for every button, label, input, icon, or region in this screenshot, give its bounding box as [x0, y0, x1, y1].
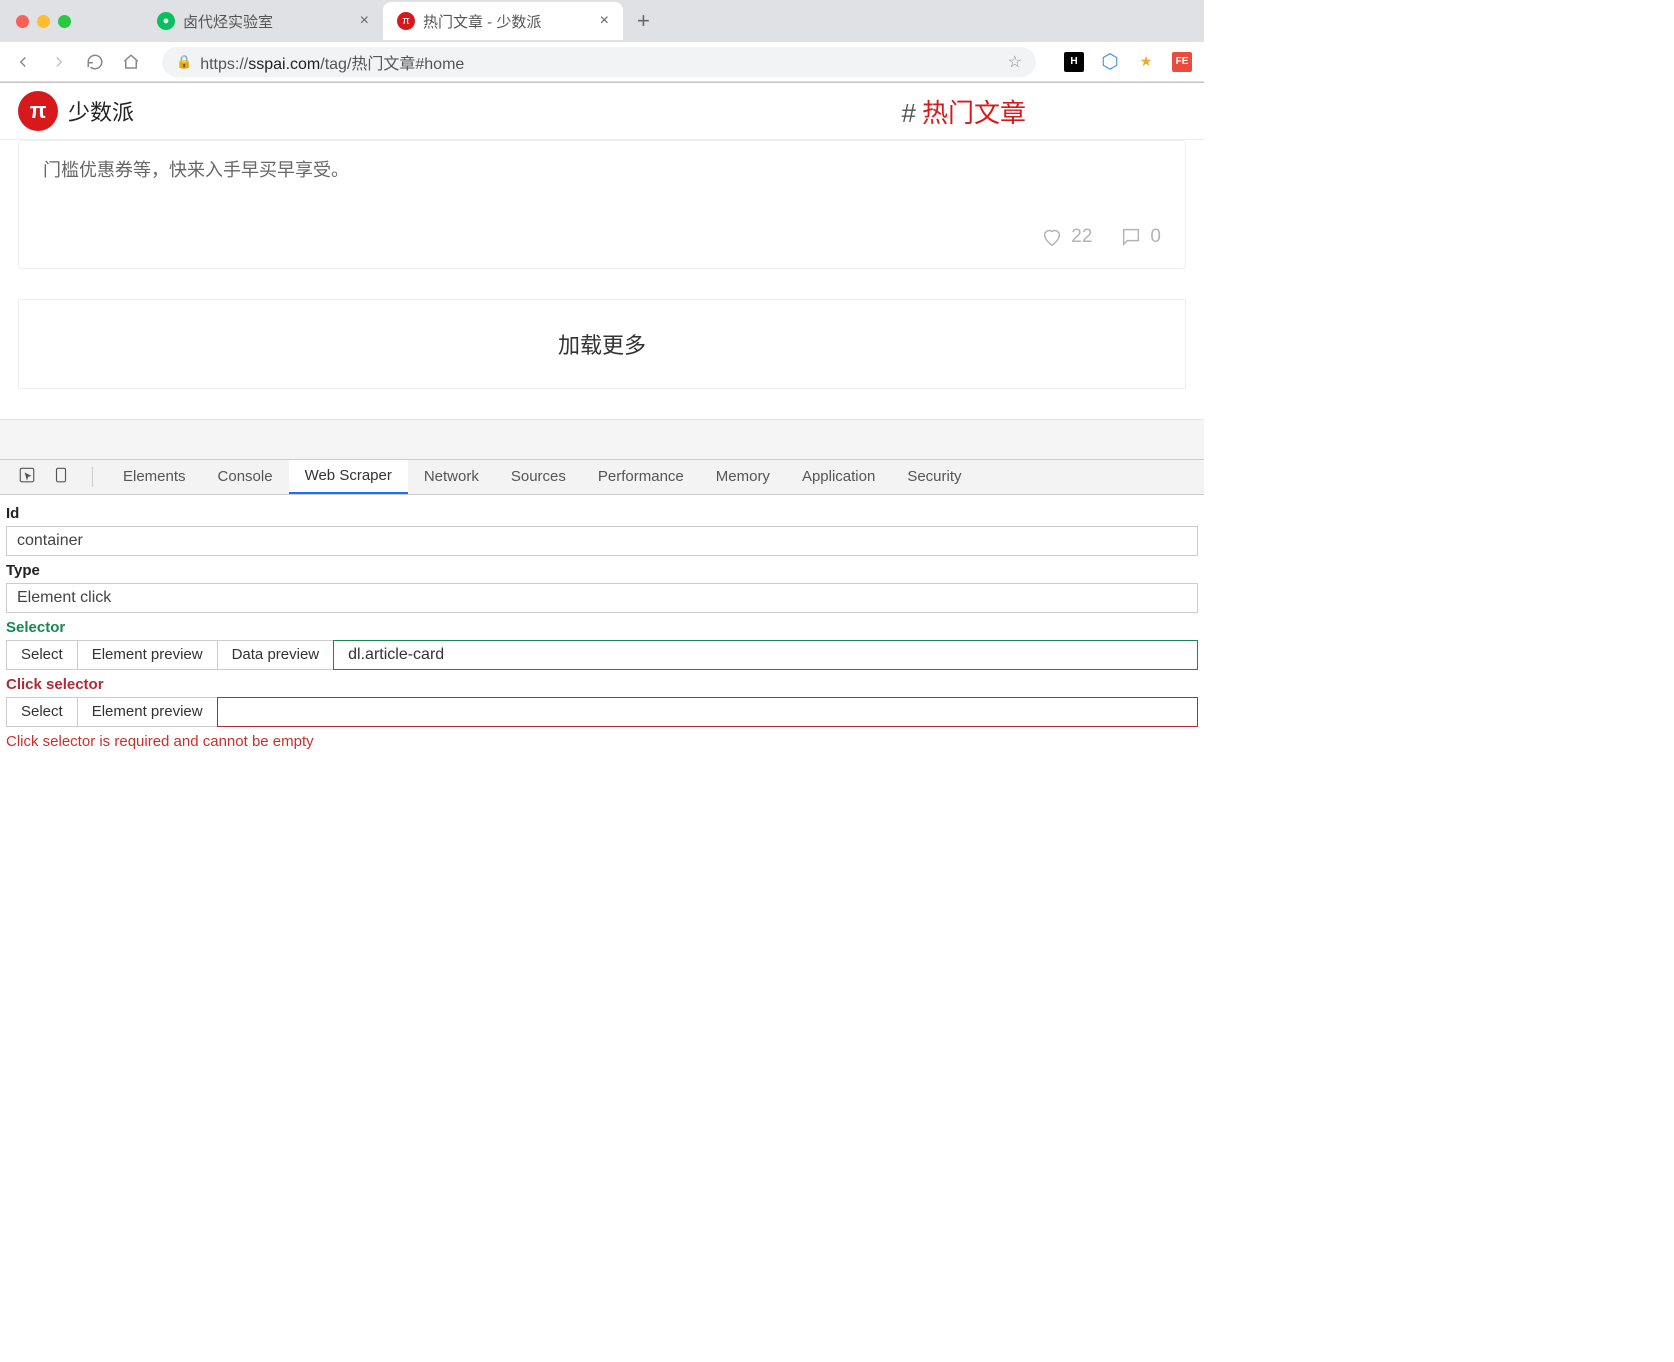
close-tab-icon[interactable]: ×: [360, 12, 369, 30]
heart-icon: [1041, 226, 1063, 248]
close-tab-icon[interactable]: ×: [600, 12, 609, 30]
selector-label: Selector: [6, 619, 1198, 636]
browser-toolbar: 🔒 https://sspai.com/tag/热门文章#home ☆ H ⬡ …: [0, 42, 1204, 82]
element-preview-button[interactable]: Element preview: [77, 697, 218, 727]
click-selector-row: Select Element preview: [6, 697, 1198, 727]
extension-icon[interactable]: FE: [1172, 52, 1192, 72]
site-logo[interactable]: π 少数派: [18, 91, 134, 131]
devtools-tab-elements[interactable]: Elements: [107, 460, 202, 494]
wechat-icon: ●: [157, 12, 175, 30]
address-bar[interactable]: 🔒 https://sspai.com/tag/热门文章#home ☆: [162, 47, 1036, 77]
devtools-body: Id Type Selector Select Element preview …: [0, 495, 1204, 754]
browser-tab-1[interactable]: π 热门文章 - 少数派 ×: [383, 2, 623, 40]
page-body: 门槛优惠券等，快来入手早买早享受。 22 0 加载更多: [0, 140, 1204, 389]
lock-icon: 🔒: [176, 54, 192, 70]
page-hashtag: #热门文章: [902, 93, 1026, 130]
reload-button[interactable]: [84, 51, 106, 73]
selector-input[interactable]: [333, 640, 1198, 670]
comment-button[interactable]: 0: [1120, 226, 1161, 248]
article-meta: 22 0: [43, 226, 1161, 248]
element-preview-button[interactable]: Element preview: [77, 640, 218, 670]
tab-title: 热门文章 - 少数派: [423, 11, 592, 32]
browser-tab-0[interactable]: ● 卤代烃实验室 ×: [143, 2, 383, 40]
url-text: https://sspai.com/tag/热门文章#home: [200, 50, 999, 74]
browser-chrome: ● 卤代烃实验室 × π 热门文章 - 少数派 × + 🔒 https://ss…: [0, 0, 1204, 83]
tab-title: 卤代烃实验室: [183, 11, 352, 32]
select-button[interactable]: Select: [6, 697, 78, 727]
article-card: 门槛优惠券等，快来入手早买早享受。 22 0: [18, 140, 1186, 269]
click-selector-label: Click selector: [6, 676, 1198, 693]
divider: [92, 467, 93, 487]
select-button[interactable]: Select: [6, 640, 78, 670]
inspect-icon[interactable]: [10, 466, 44, 488]
extension-icon[interactable]: ★: [1136, 52, 1156, 72]
data-preview-button[interactable]: Data preview: [217, 640, 335, 670]
logo-icon: π: [18, 91, 58, 131]
click-selector-input[interactable]: [217, 697, 1198, 727]
devtools-tab-application[interactable]: Application: [786, 460, 891, 494]
article-excerpt: 门槛优惠券等，快来入手早买早享受。: [43, 155, 1161, 186]
back-button[interactable]: [12, 51, 34, 73]
devtools-tab-security[interactable]: Security: [891, 460, 977, 494]
devtools-tab-memory[interactable]: Memory: [700, 460, 786, 494]
device-icon[interactable]: [44, 466, 78, 488]
maximize-window-button[interactable]: [58, 15, 71, 28]
forward-button[interactable]: [48, 51, 70, 73]
extension-icon[interactable]: H: [1064, 52, 1084, 72]
devtools-tab-sources[interactable]: Sources: [495, 460, 582, 494]
extensions: H ⬡ ★ FE: [1056, 52, 1192, 72]
type-select[interactable]: [6, 583, 1198, 613]
load-more-button[interactable]: 加载更多: [18, 299, 1186, 389]
id-label: Id: [6, 505, 1198, 522]
devtools-panel: Elements Console Web Scraper Network Sou…: [0, 459, 1204, 754]
devtools-tab-network[interactable]: Network: [408, 460, 495, 494]
star-icon[interactable]: ☆: [1008, 52, 1022, 72]
sspai-icon: π: [397, 12, 415, 30]
comment-count: 0: [1150, 226, 1161, 248]
home-button[interactable]: [120, 51, 142, 73]
type-label: Type: [6, 562, 1198, 579]
comment-icon: [1120, 226, 1142, 248]
logo-text: 少数派: [68, 95, 134, 127]
error-message: Click selector is required and cannot be…: [6, 733, 1198, 750]
like-button[interactable]: 22: [1041, 226, 1092, 248]
id-input[interactable]: [6, 526, 1198, 556]
devtools-tab-performance[interactable]: Performance: [582, 460, 700, 494]
new-tab-button[interactable]: +: [623, 8, 664, 34]
tab-strip: ● 卤代烃实验室 × π 热门文章 - 少数派 × +: [0, 0, 1204, 42]
window-controls: [10, 15, 83, 28]
devtools-tabs: Elements Console Web Scraper Network Sou…: [0, 460, 1204, 495]
close-window-button[interactable]: [16, 15, 29, 28]
devtools-tab-webscraper[interactable]: Web Scraper: [289, 460, 408, 494]
devtools-tab-console[interactable]: Console: [202, 460, 289, 494]
selector-row: Select Element preview Data preview: [6, 640, 1198, 670]
extension-icon[interactable]: ⬡: [1100, 52, 1120, 72]
minimize-window-button[interactable]: [37, 15, 50, 28]
page-background: [0, 419, 1204, 459]
like-count: 22: [1071, 226, 1092, 248]
site-header: π 少数派 #热门文章: [0, 83, 1204, 140]
